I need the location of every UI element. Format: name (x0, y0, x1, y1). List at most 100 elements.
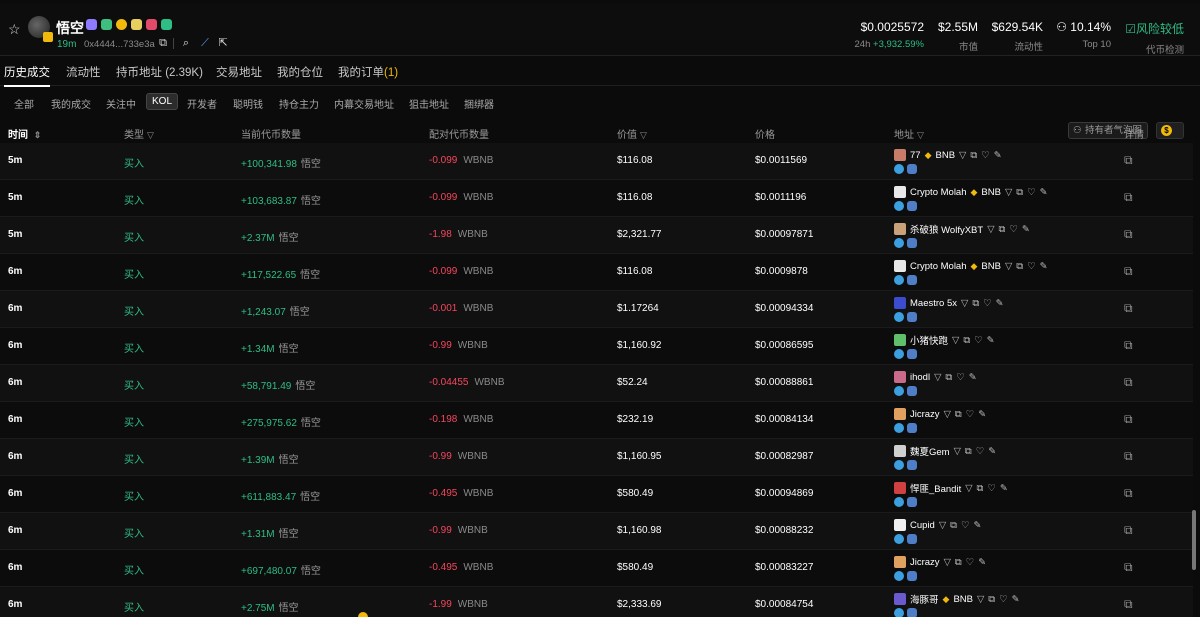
search-icon[interactable]: ⌕ (180, 37, 192, 49)
heart-icon[interactable]: ♡ (1027, 187, 1036, 198)
edit-icon[interactable]: ✎ (1000, 483, 1008, 494)
filter-icon[interactable]: ▽ (952, 335, 959, 346)
trader-address[interactable]: Jicrazy ▽ ⧉ ♡ ✎ (894, 408, 986, 433)
trader-address[interactable]: 77 ◆ BNB ▽ ⧉ ♡ ✎ (894, 149, 1002, 174)
edit-icon[interactable]: ✎ (1022, 224, 1030, 235)
filter-my-trades[interactable]: 我的成交 (51, 96, 91, 111)
heart-icon[interactable]: ♡ (966, 557, 975, 568)
filter-icon[interactable]: ▽ (944, 557, 951, 568)
open-detail-icon[interactable]: ⧉ (1124, 227, 1133, 242)
filter-icon[interactable]: ▽ (1005, 187, 1012, 198)
filter-smart-money[interactable]: 聪明钱 (233, 96, 263, 111)
filter-bundlers[interactable]: 捆绑器 (464, 96, 494, 111)
filter-all[interactable]: 全部 (14, 96, 34, 111)
trader-name[interactable]: 魏夏Gem (910, 444, 950, 458)
filter-main-holders[interactable]: 持仓主力 (279, 96, 319, 111)
scrollbar[interactable] (1192, 510, 1196, 570)
notification-dot[interactable] (358, 612, 368, 617)
trader-address[interactable]: 杀破狼 WolfyXBT ▽ ⧉ ♡ ✎ (894, 223, 1030, 248)
open-detail-icon[interactable]: ⧉ (1124, 449, 1133, 464)
open-detail-icon[interactable]: ⧉ (1124, 301, 1133, 316)
heart-icon[interactable]: ♡ (1027, 261, 1036, 272)
open-detail-icon[interactable]: ⧉ (1124, 412, 1133, 427)
filter-snipers[interactable]: 狙击地址 (409, 96, 449, 111)
filter-icon[interactable]: ▽ (939, 520, 946, 531)
share-icon[interactable]: ⇱ (217, 37, 229, 49)
filter-icon[interactable]: ▽ (954, 446, 961, 457)
trader-address[interactable]: ihodl ▽ ⧉ ♡ ✎ (894, 371, 977, 396)
tab-traders[interactable]: 交易地址 (216, 64, 262, 80)
heart-icon[interactable]: ♡ (1009, 224, 1018, 235)
open-detail-icon[interactable]: ⧉ (1124, 375, 1133, 390)
copy-icon[interactable]: ⧉ (955, 409, 962, 420)
trader-name[interactable]: Maestro 5x (910, 298, 957, 309)
table-row[interactable]: 6m 买入 +275,975.62 悟空 -0.198 WBNB $232.19 $0.000… (0, 402, 1193, 439)
trader-address[interactable]: 海豚哥 ◆ BNB ▽ ⧉ ♡ ✎ (894, 593, 1020, 617)
trader-address[interactable]: Cupid ▽ ⧉ ♡ ✎ (894, 519, 981, 544)
edit-icon[interactable]: ✎ (1012, 594, 1020, 605)
tab-liquidity[interactable]: 流动性 (66, 64, 101, 80)
edit-icon[interactable]: ✎ (988, 446, 996, 457)
copy-icon[interactable]: ⧉ (963, 335, 970, 346)
open-detail-icon[interactable]: ⧉ (1124, 523, 1133, 538)
copy-icon[interactable]: ⧉ (972, 298, 979, 309)
copy-icon[interactable]: ⧉ (965, 446, 972, 457)
edit-icon[interactable]: ✎ (1040, 261, 1048, 272)
tab-trade-history[interactable]: 历史成交 (4, 64, 50, 87)
table-row[interactable]: 6m 买入 +1.31M 悟空 -0.99 WBNB $1,160.98 $0.0008823… (0, 513, 1193, 550)
copy-icon[interactable]: ⧉ (157, 37, 169, 49)
copy-icon[interactable]: ⧉ (1016, 261, 1023, 272)
table-row[interactable]: 6m 买入 +1.34M 悟空 -0.99 WBNB $1,160.92 $0.0008659… (0, 328, 1193, 365)
copy-icon[interactable]: ⧉ (977, 483, 984, 494)
tab-my-orders[interactable]: 我的订单(1) (338, 64, 398, 80)
filter-icon[interactable]: ▽ (944, 409, 951, 420)
trader-address[interactable]: 魏夏Gem ▽ ⧉ ♡ ✎ (894, 445, 996, 470)
copy-icon[interactable]: ⧉ (999, 224, 1006, 235)
trader-name[interactable]: 杀破狼 WolfyXBT (910, 222, 983, 236)
trader-address[interactable]: 小猪快跑 ▽ ⧉ ♡ ✎ (894, 334, 995, 359)
heart-icon[interactable]: ♡ (987, 483, 996, 494)
feather-icon[interactable]: ⟋ (199, 37, 211, 49)
open-detail-icon[interactable]: ⧉ (1124, 153, 1133, 168)
filter-developer[interactable]: 开发者 (187, 96, 217, 111)
open-detail-icon[interactable]: ⧉ (1124, 338, 1133, 353)
trader-address[interactable]: Maestro 5x ▽ ⧉ ♡ ✎ (894, 297, 1004, 322)
edit-icon[interactable]: ✎ (996, 298, 1004, 309)
trader-address[interactable]: 悍匪_Bandit ▽ ⧉ ♡ ✎ (894, 482, 1008, 507)
table-row[interactable]: 6m 买入 +58,791.49 悟空 -0.04455 WBNB $52.24 $0.000… (0, 365, 1193, 402)
open-detail-icon[interactable]: ⧉ (1124, 560, 1133, 575)
col-type[interactable]: 类型 ▽ (124, 126, 154, 141)
trader-name[interactable]: Cupid (910, 520, 935, 531)
table-row[interactable]: 5m 买入 +2.37M 悟空 -1.98 WBNB $2,321.77 $0.0009787… (0, 217, 1193, 254)
trader-name[interactable]: Crypto Molah (910, 261, 967, 272)
filter-icon[interactable]: ▽ (987, 224, 994, 235)
col-time[interactable]: 时间 ⇕ (8, 126, 41, 141)
copy-icon[interactable]: ⧉ (988, 594, 995, 605)
heart-icon[interactable]: ♡ (999, 594, 1008, 605)
table-row[interactable]: 6m 买入 +611,883.47 悟空 -0.495 WBNB $580.49 $0.000… (0, 476, 1193, 513)
favorite-star-icon[interactable]: ☆ (8, 22, 22, 36)
trader-name[interactable]: 77 (910, 150, 921, 161)
edit-icon[interactable]: ✎ (978, 557, 986, 568)
copy-icon[interactable]: ⧉ (955, 557, 962, 568)
heart-icon[interactable]: ♡ (961, 520, 970, 531)
open-detail-icon[interactable]: ⧉ (1124, 264, 1133, 279)
filter-kol[interactable]: KOL (146, 93, 179, 110)
filter-icon[interactable]: ▽ (965, 483, 972, 494)
filter-icon[interactable]: ▽ (959, 150, 966, 161)
open-detail-icon[interactable]: ⧉ (1124, 486, 1133, 501)
stat-risk[interactable]: ☑风险较低 代币检测 (1125, 20, 1184, 56)
table-row[interactable]: 6m 买入 +1.39M 悟空 -0.99 WBNB $1,160.95 $0.0008298… (0, 439, 1193, 476)
trader-name[interactable]: 悍匪_Bandit (910, 481, 961, 495)
table-row[interactable]: 6m 买入 +117,522.65 悟空 -0.099 WBNB $116.08 $0.000… (0, 254, 1193, 291)
edit-icon[interactable]: ✎ (1040, 187, 1048, 198)
table-row[interactable]: 5m 买入 +100,341.98 悟空 -0.099 WBNB $116.08 $0.001… (0, 143, 1193, 180)
trader-name[interactable]: Jicrazy (910, 557, 940, 568)
heart-icon[interactable]: ♡ (956, 372, 965, 383)
table-row[interactable]: 6m 买入 +697,480.07 悟空 -0.495 WBNB $580.49 $0.000… (0, 550, 1193, 587)
filter-insiders[interactable]: 内幕交易地址 (334, 96, 394, 111)
heart-icon[interactable]: ♡ (981, 150, 990, 161)
filter-icon[interactable]: ▽ (977, 594, 984, 605)
trader-address[interactable]: Jicrazy ▽ ⧉ ♡ ✎ (894, 556, 986, 581)
filter-icon[interactable]: ▽ (961, 298, 968, 309)
